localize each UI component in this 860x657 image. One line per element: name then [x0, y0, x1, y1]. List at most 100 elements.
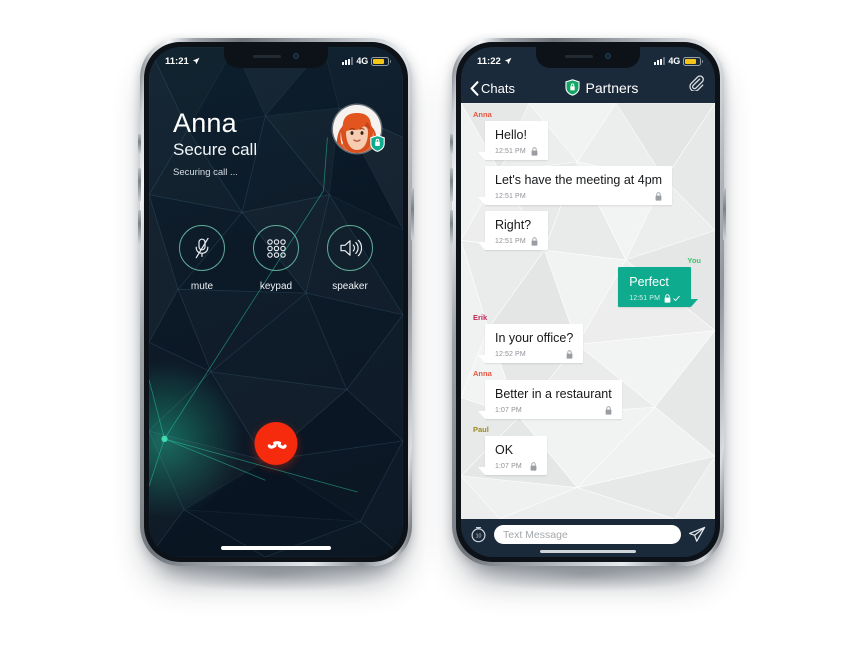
- power-button[interactable]: [411, 188, 414, 240]
- speaker-button[interactable]: speaker: [324, 225, 376, 292]
- location-arrow-icon: [192, 57, 200, 65]
- phone-hangup-icon: [267, 440, 287, 449]
- call-type-label: Secure call: [173, 140, 258, 160]
- phone-bezel-right: Chats Partners 11:22 4G Anna Hello! 12:5…: [456, 42, 720, 562]
- glow-node: [161, 435, 168, 443]
- keypad-button-label: keypad: [259, 281, 293, 292]
- caller-avatar-wrap[interactable]: [333, 105, 385, 153]
- message-icons: [605, 406, 612, 415]
- message-text: Perfect: [629, 275, 669, 289]
- network-type-label: 4G: [668, 56, 680, 66]
- message-text: In your office?: [495, 331, 574, 345]
- message-text: Better in a restaurant: [495, 387, 612, 401]
- status-bar-left-2: 11:22: [477, 56, 512, 67]
- message-meta: 1:07 PM: [495, 462, 537, 471]
- message-row: Erik In your office? 12:52 PM: [471, 313, 705, 363]
- message-bubble[interactable]: In your office? 12:52 PM: [477, 324, 584, 363]
- chat-screen: Chats Partners 11:22 4G Anna Hello! 12:5…: [461, 47, 715, 557]
- message-row: Anna Better in a restaurant 1:07 PM: [471, 369, 705, 419]
- search-input[interactable]: [494, 525, 681, 544]
- message-sender: Anna: [473, 110, 492, 119]
- message-bubble[interactable]: Perfect 12:51 PM: [618, 267, 698, 307]
- message-row: You Perfect 12:51 PM: [471, 256, 705, 307]
- message-meta: 12:51 PM: [495, 192, 662, 201]
- volume-up-button-2[interactable]: [450, 168, 453, 202]
- message-meta: 12:51 PM: [629, 294, 680, 303]
- message-sender: You: [687, 256, 701, 265]
- message-row: Anna Hello! 12:51 PM: [471, 110, 705, 160]
- message-time: 12:51 PM: [629, 295, 660, 302]
- message-icons: [530, 462, 537, 471]
- message-bubble[interactable]: Let's have the meeting at 4pm 12:51 PM: [477, 166, 673, 205]
- status-bar-right: 4G: [342, 56, 391, 66]
- mute-button[interactable]: mute: [176, 225, 228, 292]
- call-status-text: Securing call ...: [173, 167, 238, 179]
- call-screen: 11:21 4G Anna Secure call Securing call …: [149, 47, 403, 557]
- mute-switch-button[interactable]: [138, 134, 141, 154]
- paperclip-icon: [689, 75, 704, 92]
- home-indicator-chat[interactable]: [540, 550, 636, 553]
- keypad-button[interactable]: keypad: [250, 225, 302, 292]
- status-time: 11:21: [165, 55, 189, 67]
- self-destruct-timer-button[interactable]: 10: [470, 526, 487, 543]
- speaker-waves-icon: [339, 239, 362, 257]
- message-time: 1:07 PM: [495, 463, 522, 470]
- message-sender: Paul: [473, 425, 489, 434]
- message-bubble[interactable]: Better in a restaurant 1:07 PM: [478, 380, 622, 419]
- location-arrow-icon: [504, 57, 512, 65]
- message-bubble[interactable]: OK 1:07 PM: [478, 436, 547, 475]
- message-icons: [664, 294, 680, 303]
- page-title: Partners: [585, 79, 639, 96]
- timer-value-text: 10: [476, 534, 482, 540]
- chat-title-group: Partners: [515, 79, 688, 96]
- microphone-muted-icon: [195, 237, 209, 259]
- front-camera: [293, 53, 299, 59]
- volume-down-button-2[interactable]: [450, 210, 453, 244]
- message-row: Paul OK 1:07 PM: [471, 425, 705, 475]
- phone-device-call: 11:21 4G Anna Secure call Securing call …: [138, 38, 414, 566]
- message-meta: 1:07 PM: [495, 406, 612, 415]
- message-icons: [655, 192, 662, 201]
- message-text: Hello!: [495, 128, 527, 142]
- shield-lock-icon: [564, 79, 580, 96]
- message-row: Right? 12:51 PM: [471, 211, 705, 250]
- message-icons: [531, 147, 538, 156]
- message-bubble[interactable]: Right? 12:51 PM: [478, 211, 548, 250]
- send-button[interactable]: [688, 526, 706, 543]
- chevron-left-icon: [470, 81, 479, 96]
- message-time: 1:07 PM: [495, 407, 522, 414]
- message-meta: 12:52 PM: [495, 350, 573, 359]
- mute-button-label: mute: [190, 281, 214, 292]
- message-time: 12:51 PM: [495, 238, 526, 245]
- attachment-button[interactable]: [688, 75, 704, 96]
- lock-icon: [531, 237, 538, 246]
- message-icons: [531, 237, 538, 246]
- mute-switch-button-2[interactable]: [450, 134, 453, 154]
- speaker-button-circle: [327, 225, 373, 271]
- power-button-2[interactable]: [723, 188, 726, 240]
- message-bubble[interactable]: Hello! 12:51 PM: [478, 121, 548, 160]
- back-label: Chats: [481, 81, 515, 96]
- status-time: 11:22: [477, 55, 501, 67]
- call-header: Anna Secure call Securing call ...: [173, 108, 258, 179]
- message-time: 12:51 PM: [495, 193, 526, 200]
- lock-icon: [531, 147, 538, 156]
- phone-device-chat: Chats Partners 11:22 4G Anna Hello! 12:5…: [450, 38, 726, 566]
- caller-name: Anna: [173, 108, 237, 138]
- message-list[interactable]: Anna Hello! 12:51 PM Let's have the meet…: [461, 103, 715, 519]
- lock-icon: [655, 192, 662, 201]
- home-indicator-call[interactable]: [221, 546, 331, 550]
- message-time: 12:51 PM: [495, 148, 526, 155]
- earpiece-speaker-2: [565, 54, 593, 58]
- volume-up-button[interactable]: [138, 168, 141, 202]
- message-icons: [566, 350, 573, 359]
- call-controls: mute keypad speaker: [149, 225, 403, 292]
- back-to-chats-button[interactable]: Chats: [470, 81, 515, 96]
- front-camera-2: [605, 53, 611, 59]
- end-call-button[interactable]: [254, 422, 298, 465]
- battery-icon: [371, 56, 391, 66]
- shield-lock-icon: [370, 135, 385, 152]
- check-icon: [673, 295, 680, 302]
- volume-down-button[interactable]: [138, 210, 141, 244]
- message-text: OK: [495, 443, 514, 457]
